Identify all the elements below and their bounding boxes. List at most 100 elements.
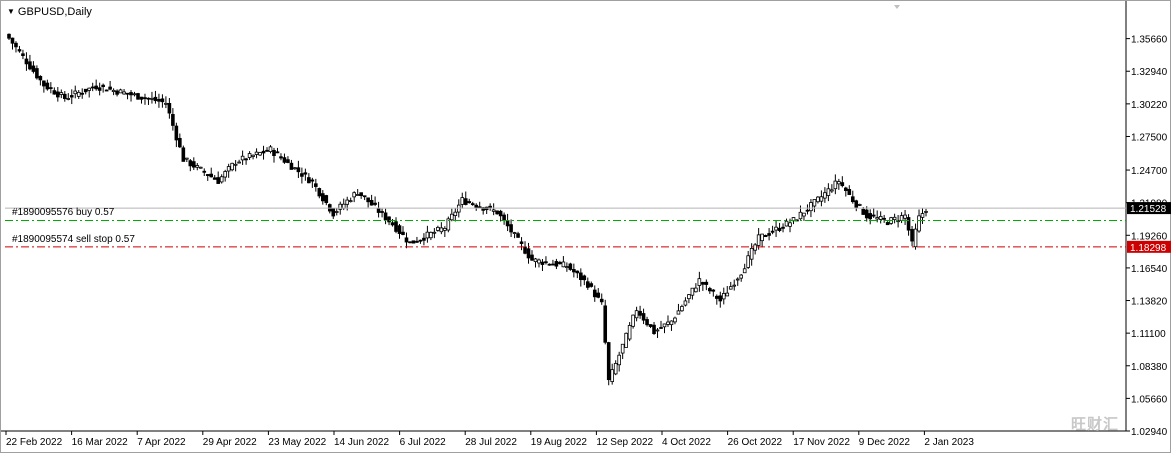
candle-body (310, 179, 315, 182)
candle-body (537, 259, 541, 264)
order-label-buy[interactable]: #1890095576 buy 0.57 (12, 207, 114, 218)
candle-body (819, 196, 824, 202)
candle-body (56, 91, 60, 98)
candle-body (171, 114, 175, 126)
candle-body (596, 292, 601, 298)
candle-body (359, 192, 363, 197)
chart-title-bar[interactable]: ▼ GBPUSD,Daily (7, 6, 92, 18)
candle-body (45, 82, 50, 90)
candle-body (474, 204, 479, 208)
candle-body (76, 91, 81, 97)
candle-body (324, 195, 329, 204)
candle-body (924, 211, 928, 213)
candle-body (143, 97, 147, 100)
candle-body (97, 87, 102, 91)
candle-body (125, 92, 130, 95)
candle-body (648, 324, 653, 327)
candle-body (272, 149, 276, 156)
candle-body (885, 222, 890, 226)
candle-body (477, 206, 482, 209)
candle-body (293, 167, 297, 170)
time-tick-label: 16 Mar 2022 (72, 437, 129, 448)
sell-stop-price-label: 1.18298 (1130, 243, 1167, 254)
candle-body (728, 286, 733, 290)
candle-body (558, 261, 562, 265)
candle-body (770, 230, 775, 233)
candle-body (369, 199, 374, 206)
current-price-label: 1.21528 (1130, 204, 1167, 215)
candle-body (52, 90, 57, 95)
candle-body (526, 248, 531, 259)
candle-body (317, 188, 322, 197)
candle-body (742, 268, 747, 274)
triangle-down-icon[interactable]: ▼ (7, 8, 15, 16)
candle-body (875, 217, 879, 220)
candle-body (840, 182, 845, 187)
candle-body (561, 261, 566, 268)
candle-body (899, 215, 904, 221)
candle-body (774, 226, 778, 231)
candle-body (268, 146, 273, 153)
candle-body (823, 192, 827, 199)
time-tick-label: 6 Jul 2022 (400, 437, 447, 448)
chart-window[interactable]: 1.356601.329401.302201.275001.247001.219… (0, 0, 1171, 453)
price-tick-label: 1.32940 (1131, 67, 1168, 78)
candle-body (150, 97, 154, 100)
candle-body (286, 159, 290, 163)
candle-body (383, 212, 388, 221)
candle-body (432, 231, 437, 234)
candle-body (321, 193, 325, 202)
candle-body (638, 310, 642, 316)
candle-body (634, 310, 639, 319)
candle-body (711, 289, 716, 292)
candle-body (209, 173, 214, 178)
candle-body (523, 246, 527, 254)
candle-body (512, 232, 517, 234)
time-tick-label: 9 Dec 2022 (859, 437, 911, 448)
candle-body (254, 151, 259, 155)
candle-body (80, 92, 85, 95)
candle-body (495, 210, 499, 215)
candle-body (857, 204, 862, 206)
candle-body (422, 237, 426, 241)
price-tick-label: 1.05660 (1131, 394, 1168, 405)
candle-body (683, 300, 688, 306)
candle-body (366, 197, 370, 203)
candle-body (174, 125, 179, 141)
chart-title: GBPUSD,Daily (17, 6, 92, 18)
candle-body (509, 224, 513, 233)
candle-body (35, 68, 39, 79)
order-label-sell-stop[interactable]: #1890095574 sell stop 0.57 (12, 234, 135, 245)
candle-body (620, 343, 625, 354)
candle-body (544, 261, 548, 264)
candle-body (397, 225, 402, 234)
candle-body (244, 158, 248, 161)
candle-body (498, 210, 503, 217)
candle-body (575, 270, 580, 274)
candle-body (296, 167, 301, 173)
candle-body (178, 137, 182, 148)
candle-body (279, 156, 283, 159)
candle-body (17, 49, 22, 52)
candle-body (809, 202, 813, 212)
candle-body (756, 234, 761, 246)
candle-body (198, 166, 203, 169)
candle-body (300, 173, 304, 177)
candle-body (624, 332, 628, 348)
candle-body (216, 177, 221, 184)
candle-body (690, 287, 695, 296)
candle-body (460, 197, 465, 205)
price-tick-label: 1.35660 (1131, 35, 1168, 46)
candle-body (348, 200, 353, 203)
candle-body (467, 201, 472, 204)
candle-body (798, 211, 803, 220)
candle-body (816, 196, 820, 203)
shift-marker-icon[interactable] (894, 5, 900, 9)
candle-body (864, 209, 869, 219)
candle-body (662, 323, 667, 328)
candle-body (73, 90, 78, 95)
candle-body (49, 87, 53, 89)
candle-body (579, 272, 583, 280)
chart-canvas[interactable]: 1.356601.329401.302201.275001.247001.219… (1, 1, 1171, 454)
candle-body (589, 283, 594, 287)
